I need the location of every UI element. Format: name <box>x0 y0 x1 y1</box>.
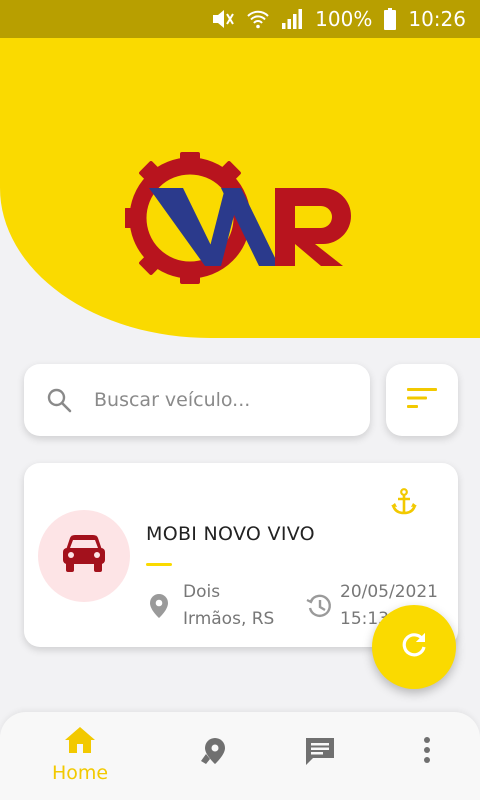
chat-icon <box>304 712 336 770</box>
signal-icon <box>281 9 303 29</box>
nav-home[interactable]: Home <box>40 712 120 800</box>
clock-time: 10:26 <box>408 7 466 31</box>
nav-home-label: Home <box>51 762 109 784</box>
location-pin-icon <box>148 593 170 623</box>
company-logo <box>124 148 355 288</box>
search-input[interactable] <box>94 389 354 411</box>
filter-button[interactable] <box>386 364 458 436</box>
nav-messages[interactable] <box>300 712 340 800</box>
refresh-icon <box>399 630 429 664</box>
refresh-button[interactable] <box>372 605 456 689</box>
location-line-1: Dois <box>183 582 221 602</box>
vehicle-location: Dois Irmãos, RS <box>183 579 293 633</box>
header-banner <box>0 38 480 338</box>
location-line-2: Irmãos, RS <box>183 609 275 629</box>
vehicle-avatar <box>38 510 130 602</box>
search-icon[interactable] <box>24 387 94 413</box>
nav-map[interactable] <box>193 712 233 800</box>
status-bar: 100% 10:26 <box>0 0 480 38</box>
filter-icon <box>407 387 437 413</box>
home-icon <box>64 712 96 758</box>
nav-more[interactable] <box>414 712 440 800</box>
bottom-navigation: Home <box>0 712 480 800</box>
battery-text: 100% <box>315 7 373 31</box>
mute-icon <box>211 8 235 30</box>
battery-icon <box>384 8 397 30</box>
more-vertical-icon <box>423 712 431 768</box>
name-underline <box>146 563 172 566</box>
map-pin-icon <box>199 712 227 770</box>
wifi-icon <box>247 9 269 29</box>
anchor-icon[interactable] <box>390 488 418 520</box>
clock-icon <box>306 593 332 623</box>
vehicle-date: 20/05/2021 <box>340 582 438 602</box>
search-bar <box>24 364 370 436</box>
vehicle-name: MOBI NOVO VIVO <box>146 523 315 545</box>
car-icon <box>61 534 107 578</box>
